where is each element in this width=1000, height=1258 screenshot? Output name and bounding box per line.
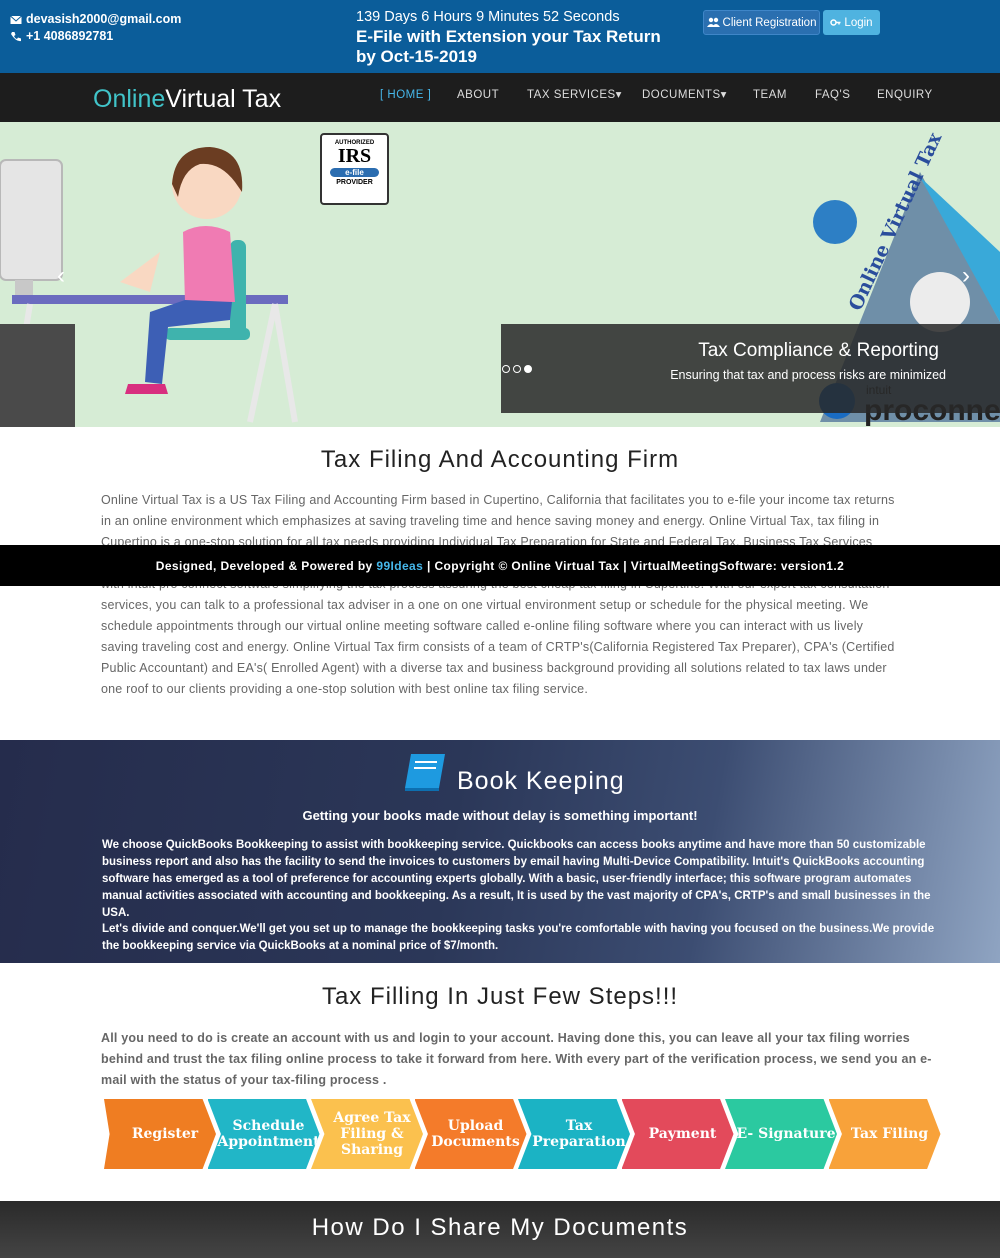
book-icon — [405, 754, 445, 791]
top-bar: devasish2000@gmail.com +1 4086892781 139… — [0, 0, 1000, 73]
logo-part-1: Online — [93, 85, 166, 113]
step-label: Tax Preparation — [532, 1118, 626, 1150]
nav-documents[interactable]: DOCUMENTS▾ — [642, 73, 727, 122]
main-navbar: OnlineVirtual Tax [ HOME ] ABOUT TAX SER… — [0, 73, 1000, 122]
step-chevron: Upload Documents — [414, 1099, 527, 1169]
step-label: Register — [131, 1126, 199, 1142]
carousel-prev-icon[interactable]: ‹ — [57, 262, 65, 290]
irs-badge-irs: IRS — [337, 145, 372, 167]
client-registration-label: Client Registration — [722, 16, 817, 29]
step-label: Payment — [648, 1126, 717, 1142]
step-chevron: Schedule Appointment — [207, 1099, 320, 1169]
bookkeeping-subtitle: Getting your books made without delay is… — [302, 808, 698, 823]
caption-title: Tax Compliance & Reporting — [698, 340, 939, 361]
desk-shape — [12, 295, 288, 304]
phone-icon — [11, 31, 21, 41]
nav-faqs[interactable]: FAQ'S — [815, 73, 850, 122]
irs-badge-efile: e-file — [330, 168, 379, 177]
phone-row[interactable]: +1 4086892781 — [10, 28, 181, 45]
step-chevron: Register — [104, 1099, 216, 1169]
caption-subtitle: Ensuring that tax and process risks are … — [670, 368, 946, 382]
logo-part-2: Virtual Tax — [165, 85, 282, 113]
step-chevron: Tax Filing — [828, 1099, 941, 1169]
step-label: Tax Filing — [850, 1126, 929, 1142]
key-icon — [830, 19, 841, 26]
credit-brand-link[interactable]: 99Ideas — [376, 559, 423, 573]
step-chevron: Tax Preparation — [518, 1099, 630, 1169]
monitor-shape — [0, 159, 63, 281]
site-logo[interactable]: OnlineVirtual Tax — [93, 85, 281, 114]
step-chevron: Agree Tax Filing & Sharing — [311, 1099, 423, 1169]
countdown-timer: 139 Days 6 Hours 9 Minutes 52 Seconds — [356, 9, 620, 25]
login-button[interactable]: Login — [823, 10, 880, 35]
share-documents-section: How Do I Share My Documents — [0, 1201, 1000, 1258]
irs-efile-badge: AUTHORIZED IRS e-file PROVIDER — [320, 133, 389, 205]
step-label: E- Signature — [736, 1126, 836, 1142]
contact-info: devasish2000@gmail.com +1 4086892781 — [10, 11, 181, 45]
carousel-dot-active[interactable] — [524, 365, 532, 373]
step-label: Schedule Appointment — [217, 1118, 320, 1150]
irs-badge-provider: PROVIDER — [336, 179, 373, 186]
phone-text[interactable]: +1 4086892781 — [26, 28, 113, 45]
carousel-dot[interactable] — [502, 365, 510, 373]
nav-team[interactable]: TEAM — [753, 73, 787, 122]
nav-enquiry[interactable]: ENQUIRY — [877, 73, 933, 122]
login-label: Login — [844, 16, 873, 29]
nav-tax-services[interactable]: TAX SERVICES▾ — [527, 73, 622, 122]
headline-line-2: by Oct-15-2019 — [356, 47, 477, 66]
carousel-next-icon[interactable]: › — [962, 262, 970, 290]
bookkeeping-paragraph-1: We choose QuickBooks Bookkeeping to assi… — [102, 839, 931, 919]
nav-home[interactable]: [ HOME ] — [380, 73, 431, 122]
headline-line-1: E-File with Extension your Tax Return — [356, 27, 661, 46]
about-title: Tax Filing And Accounting Firm — [320, 446, 680, 473]
footer-credit-strip: Designed, Developed & Powered by 99Ideas… — [0, 545, 1000, 586]
steps-text: All you need to do is create an account … — [101, 1031, 932, 1087]
users-icon — [706, 17, 720, 27]
step-chevron: E- Signature — [725, 1099, 837, 1169]
step-label: Agree Tax Filing & Sharing — [333, 1110, 411, 1158]
countdown-block: 139 Days 6 Hours 9 Minutes 52 Seconds E-… — [356, 8, 661, 67]
hero-left-panel — [0, 324, 75, 427]
carousel-indicators — [502, 365, 532, 373]
nav-about[interactable]: ABOUT — [457, 73, 499, 122]
about-text: Online Virtual Tax is a US Tax Filing an… — [101, 493, 895, 696]
envelope-icon — [10, 15, 22, 24]
email-row[interactable]: devasish2000@gmail.com — [10, 11, 181, 28]
bookkeeping-paragraph-2: Let's divide and conquer.We'll get you s… — [102, 923, 935, 952]
step-chevron: Payment — [621, 1099, 734, 1169]
woman-shirt — [183, 226, 235, 302]
credit-suffix: | Copyright © Online Virtual Tax | Virtu… — [423, 558, 845, 573]
bookkeeping-section: Book Keeping Getting your books made wit… — [0, 740, 1000, 963]
carousel-dot[interactable] — [513, 365, 521, 373]
step-label: Upload Documents — [431, 1118, 520, 1150]
client-registration-button[interactable]: Client Registration — [703, 10, 820, 35]
bookkeeping-title: Book Keeping — [457, 767, 625, 795]
carousel-caption: Tax Compliance & Reporting Ensuring that… — [501, 324, 1000, 413]
share-title: How Do I Share My Documents — [311, 1214, 689, 1241]
credit-prefix: Designed, Developed & Powered by — [155, 558, 377, 573]
hero-carousel: Online Virtual Tax intuit proconne AUTHO… — [0, 122, 1000, 427]
email-text[interactable]: devasish2000@gmail.com — [26, 11, 181, 28]
steps-title: Tax Filling In Just Few Steps!!! — [321, 983, 679, 1010]
